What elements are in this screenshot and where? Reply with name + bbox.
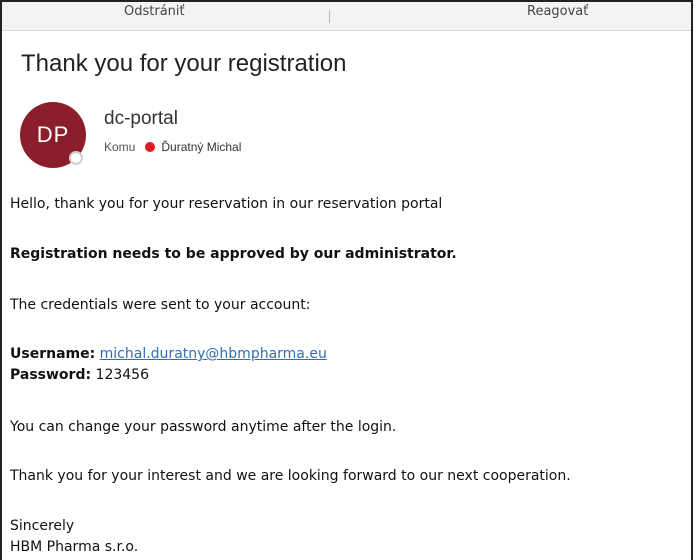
email-subject: Thank you for your registration bbox=[21, 50, 347, 77]
username-label: Username: bbox=[10, 346, 96, 362]
password-value: 123456 bbox=[95, 367, 149, 383]
toolbar-divider bbox=[329, 10, 330, 23]
company-name: HBM Pharma s.r.o. bbox=[10, 539, 139, 555]
email-reading-pane: Odstrániť Reagovať Thank you for your re… bbox=[0, 0, 693, 560]
credentials-intro: The credentials were sent to your accoun… bbox=[10, 297, 311, 313]
password-line: Password: 123456 bbox=[10, 365, 149, 385]
avatar-initials: DP bbox=[36, 122, 70, 147]
to-label: Komu bbox=[104, 140, 136, 154]
username-email-link[interactable]: michal.duratny@hbmpharma.eu bbox=[100, 346, 327, 362]
approval-text: Registration needs to be approved by our… bbox=[10, 246, 457, 262]
sender-name[interactable]: dc-portal bbox=[104, 108, 178, 130]
recipient-line: Komu Ďuratný Michal bbox=[104, 140, 241, 154]
signoff-text: Sincerely bbox=[10, 518, 75, 534]
recipient-presence-icon bbox=[145, 142, 156, 152]
change-password-text: You can change your password anytime aft… bbox=[10, 419, 397, 435]
greeting-text: Hello, thank you for your reservation in… bbox=[10, 196, 443, 212]
reply-button[interactable]: Reagovať bbox=[527, 4, 588, 19]
password-label: Password: bbox=[10, 367, 92, 383]
delete-button[interactable]: Odstrániť bbox=[124, 4, 185, 19]
username-line: Username: michal.duratny@hbmpharma.eu bbox=[10, 344, 327, 364]
presence-status-icon bbox=[69, 151, 83, 165]
message-toolbar: Odstrániť Reagovať bbox=[2, 2, 691, 31]
recipient-name[interactable]: Ďuratný Michal bbox=[161, 140, 241, 154]
thanks-text: Thank you for your interest and we are l… bbox=[10, 468, 571, 484]
